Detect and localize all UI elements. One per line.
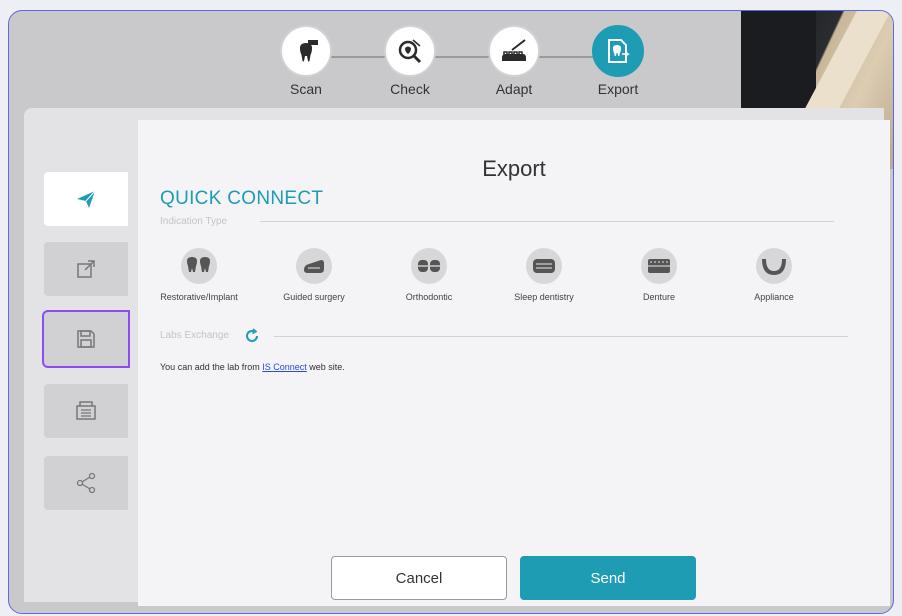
restorative-implant-icon bbox=[181, 248, 217, 284]
indication-appliance[interactable]: Appliance bbox=[719, 248, 829, 302]
share-icon bbox=[76, 472, 96, 494]
refresh-icon[interactable] bbox=[244, 328, 260, 344]
save-disk-icon bbox=[77, 330, 95, 348]
sidebar-item-send[interactable] bbox=[44, 172, 128, 226]
step-scan[interactable]: Scan bbox=[271, 25, 341, 97]
indication-orthodontic[interactable]: Orthodontic bbox=[374, 248, 484, 302]
indication-label: Guided surgery bbox=[283, 292, 345, 302]
is-connect-link[interactable]: IS Connect bbox=[262, 362, 307, 372]
indication-label: Orthodontic bbox=[405, 292, 453, 302]
quick-connect-title: QUICK CONNECT bbox=[160, 188, 324, 209]
step-label-adapt: Adapt bbox=[495, 81, 533, 97]
sleep-dentistry-icon bbox=[526, 248, 562, 284]
indication-label: Appliance bbox=[754, 292, 794, 302]
labs-note-prefix: You can add the lab from bbox=[160, 362, 263, 372]
step-adapt[interactable]: Adapt bbox=[479, 25, 549, 97]
indication-sleep-dentistry[interactable]: Sleep dentistry bbox=[489, 248, 599, 302]
send-plane-icon bbox=[77, 190, 96, 208]
indication-label: Sleep dentistry bbox=[514, 292, 574, 302]
appliance-icon bbox=[756, 248, 792, 284]
labs-note-suffix: web site. bbox=[306, 362, 345, 372]
indication-label: Restorative/Implant bbox=[160, 292, 238, 302]
orthodontic-icon bbox=[411, 248, 447, 284]
indication-list: Restorative/Implant Guided surgery Ortho… bbox=[148, 248, 848, 318]
labs-note: You can add the lab from IS Connect web … bbox=[160, 362, 345, 372]
sidebar-item-share[interactable] bbox=[44, 456, 128, 510]
sidebar-item-print[interactable] bbox=[44, 384, 128, 438]
indication-type-label: Indication Type bbox=[160, 216, 228, 227]
indication-denture[interactable]: Denture bbox=[604, 248, 714, 302]
cancel-button[interactable]: Cancel bbox=[331, 556, 507, 600]
denture-icon bbox=[641, 248, 677, 284]
indication-guided-surgery[interactable]: Guided surgery bbox=[259, 248, 369, 302]
step-label-check: Check bbox=[390, 81, 430, 97]
indication-restorative-implant[interactable]: Restorative/Implant bbox=[144, 248, 254, 302]
scan-tooth-icon bbox=[280, 25, 332, 77]
labs-exchange-label: Labs Exchange bbox=[160, 330, 229, 341]
export-document-icon bbox=[592, 25, 644, 77]
page-title: Export bbox=[482, 156, 546, 181]
print-tray-icon bbox=[76, 401, 96, 420]
check-magnifier-icon bbox=[384, 25, 436, 77]
step-check[interactable]: Check bbox=[375, 25, 445, 97]
step-label-export: Export bbox=[597, 81, 639, 97]
sidebar-item-external-link[interactable] bbox=[44, 242, 128, 296]
sidebar-item-save[interactable] bbox=[42, 310, 130, 368]
step-export[interactable]: Export bbox=[583, 25, 653, 97]
export-panel: Export QUICK CONNECT Indication Type Res… bbox=[138, 120, 890, 606]
send-button[interactable]: Send bbox=[520, 556, 696, 600]
divider bbox=[260, 221, 834, 222]
step-label-scan: Scan bbox=[290, 81, 322, 97]
indication-label: Denture bbox=[642, 292, 676, 302]
external-link-icon bbox=[77, 260, 95, 278]
guided-surgery-icon bbox=[296, 248, 332, 284]
adapt-tool-icon bbox=[488, 25, 540, 77]
divider bbox=[274, 336, 848, 337]
